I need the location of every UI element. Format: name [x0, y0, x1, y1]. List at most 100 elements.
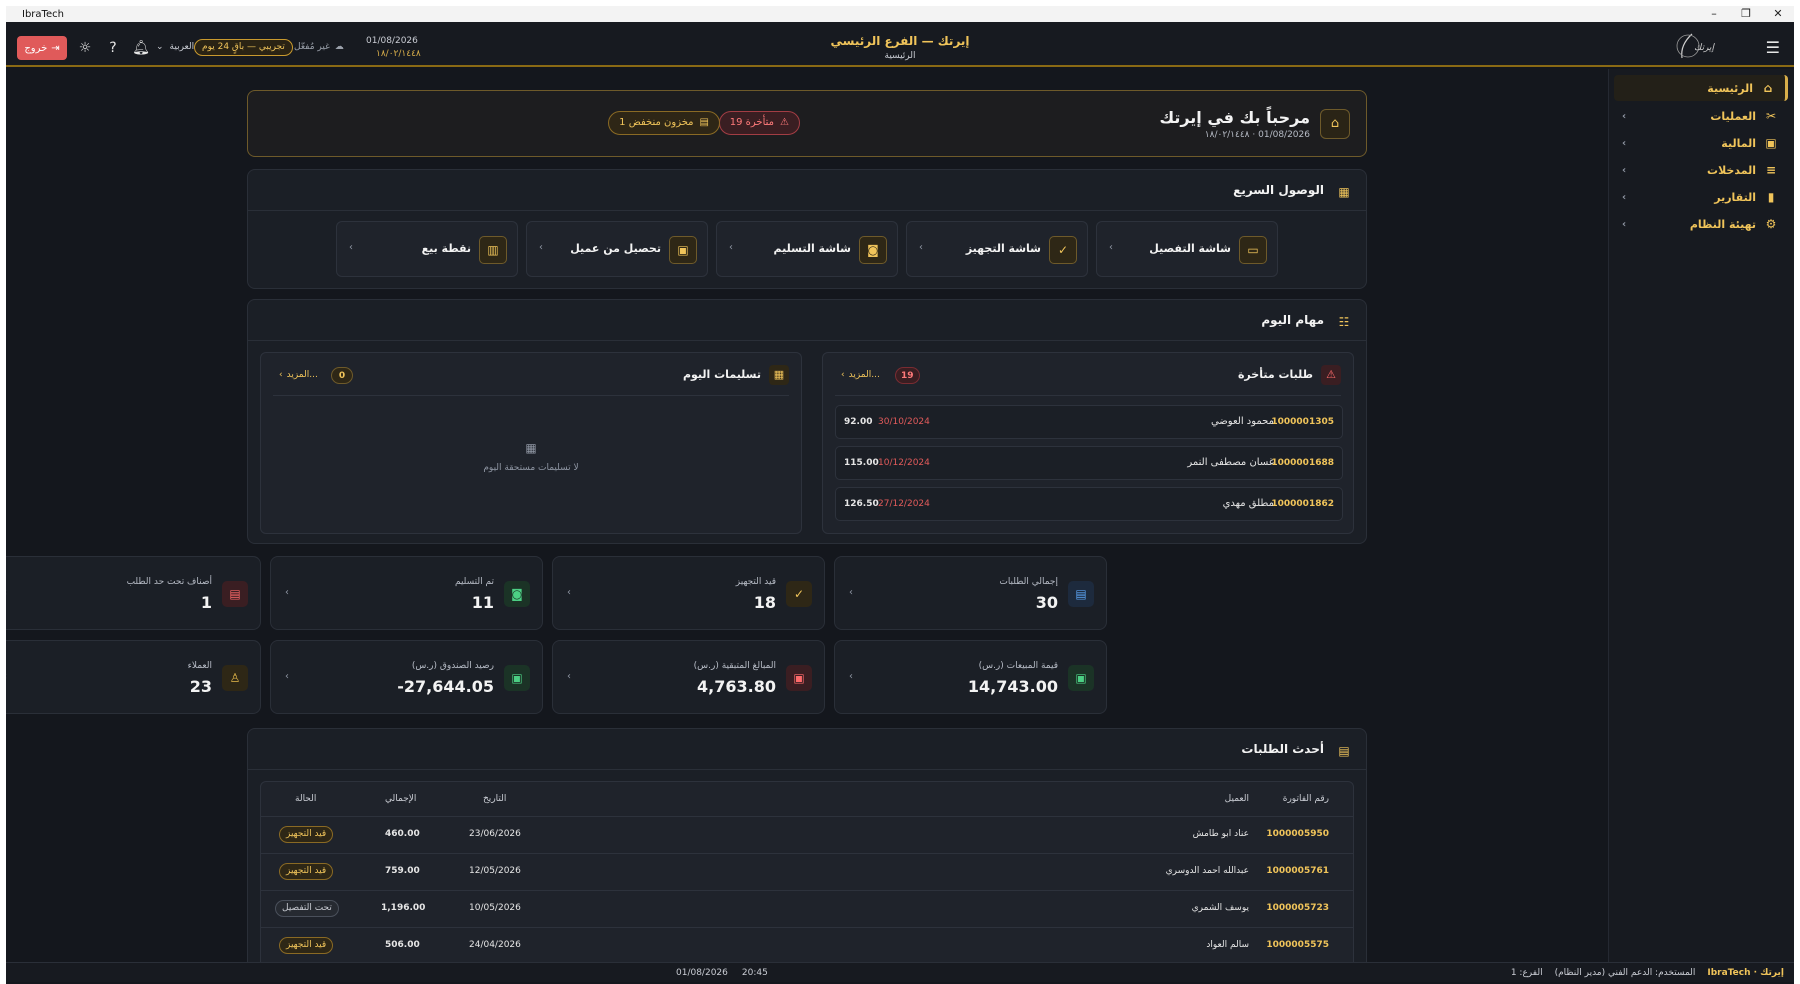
divider: [248, 210, 1366, 211]
customer-name: سالم العواد: [1206, 940, 1249, 950]
order-total: 1,196.00: [381, 903, 426, 913]
window-title: IbraTech: [22, 8, 64, 20]
late-count-badge: 19: [895, 367, 920, 384]
quick-detail-screen[interactable]: ▭ شاشة التفصيل ‹: [1096, 221, 1278, 277]
stat-label: إجمالي الطلبات: [999, 577, 1058, 587]
list-icon: ≡: [1765, 163, 1777, 177]
sidebar-item-label: تهيئة النظام: [1689, 217, 1756, 231]
chevron-left-icon: ‹: [849, 587, 853, 598]
home-icon: ⌂: [1320, 109, 1350, 139]
status-bar: 01/08/2026 20:45 الفرع: 1 المستخدم: الدع…: [6, 962, 1794, 982]
chevron-left-icon: ‹: [841, 370, 845, 380]
invoice-number: 1000005723: [1266, 903, 1329, 913]
status-time: 20:45: [741, 968, 768, 978]
chevron-left-icon: ‹: [1622, 164, 1627, 176]
chevron-left-icon: ‹: [729, 242, 733, 253]
close-button[interactable]: ✕: [1762, 6, 1794, 22]
stat-value: 11: [471, 593, 494, 612]
sidebar-item-settings[interactable]: ‹ تهيئة النظام ⚙: [1614, 211, 1788, 237]
box-icon: ▤: [222, 581, 248, 607]
user-icon: ♙: [222, 665, 248, 691]
late-more-link[interactable]: ‹ المزيد...: [841, 370, 880, 380]
late-orders-badge[interactable]: 19 متأخرة ⚠: [718, 111, 800, 135]
stat-label: المبالغ المتبقية (ر.س): [693, 661, 776, 671]
grid-icon: ▦: [1338, 185, 1350, 199]
quick-prep-screen[interactable]: ✓ شاشة التجهيز ‹: [906, 221, 1088, 277]
status-datetime: 01/08/2026 20:45: [676, 968, 768, 978]
sidebar-item-reports[interactable]: ‹ التقارير ▮: [1614, 184, 1788, 210]
register-icon: ▥: [479, 236, 507, 264]
status-date: 01/08/2026: [676, 968, 728, 978]
invoice-number: 1000001688: [1271, 458, 1334, 468]
minimize-button[interactable]: –: [1698, 6, 1730, 22]
low-stock-badge[interactable]: 1 مخزون منخفض ▤: [608, 111, 720, 135]
status-branch: الفرع: 1: [1510, 968, 1543, 978]
status-badge: قيد التجهيز: [279, 937, 334, 954]
customer-name: محمود العوضي: [1210, 416, 1274, 427]
stat-delivered[interactable]: ◙ تم التسليم 11 ‹: [270, 556, 543, 630]
stat-label: رصيد الصندوق (ر.س): [411, 661, 494, 671]
breadcrumb: الرئيسية: [884, 51, 916, 61]
calendar-icon: ▦: [525, 441, 537, 455]
sidebar-item-operations[interactable]: ‹ العمليات ✂: [1614, 103, 1788, 129]
stat-customers[interactable]: ♙ العملاء 23 ‹: [6, 640, 261, 714]
hamburger-menu-icon[interactable]: ☰: [1766, 38, 1780, 57]
late-order-row[interactable]: 1000001862 مطلق مهدي 27/12/2024 126.50: [835, 487, 1343, 521]
customer-name: يوسف الشمري: [1191, 903, 1249, 913]
quick-point-of-sale[interactable]: ▥ نقطة بيع ‹: [336, 221, 518, 277]
today-deliveries-card: ▦ تسليمات اليوم 0 ‹ المزيد... ▦ لا تسليم…: [260, 352, 802, 534]
table-row[interactable]: 1000005723 يوسف الشمري 10/05/2026 1,196.…: [261, 890, 1353, 927]
sidebar-item-home[interactable]: الرئيسية ⌂: [1614, 75, 1788, 101]
column-header: العميل: [1224, 794, 1249, 804]
stat-total-orders[interactable]: ▤ إجمالي الطلبات 30 ‹: [834, 556, 1107, 630]
quick-item-label: تحصيل من عميل: [570, 242, 661, 255]
sidebar-item-finance[interactable]: ‹ المالية ▣: [1614, 130, 1788, 156]
status-badge: تحت التفصيل: [275, 900, 339, 917]
stat-remaining-amounts[interactable]: ▣ المبالغ المتبقية (ر.س) 4,763.80 ‹: [552, 640, 825, 714]
customer-name: مطلق مهدي: [1222, 498, 1274, 509]
sidebar-item-inputs[interactable]: ‹ المدخلات ≡: [1614, 157, 1788, 183]
cash-icon: ▣: [786, 665, 812, 691]
stat-in-preparation[interactable]: ✓ قيد التجهيز 18 ‹: [552, 556, 825, 630]
stat-label: العملاء: [187, 661, 212, 671]
order-total: 506.00: [385, 940, 420, 950]
stat-sales-value[interactable]: ▣ قيمة المبيعات (ر.س) 14,743.00 ‹: [834, 640, 1107, 714]
chevron-left-icon: ‹: [849, 671, 853, 682]
stat-cash-balance[interactable]: ▣ رصيد الصندوق (ر.س) -27,644.05 ‹: [270, 640, 543, 714]
quick-delivery-screen[interactable]: ◙ شاشة التسليم ‹: [716, 221, 898, 277]
table-row[interactable]: 1000005575 سالم العواد 24/04/2026 506.00…: [261, 927, 1353, 964]
column-header: الحالة: [295, 794, 317, 804]
invoice-number: 1000001305: [1271, 417, 1334, 427]
stat-low-stock[interactable]: ▤ أصناف تحت حد الطلب 1 ‹: [6, 556, 261, 630]
late-orders-title: طلبات متأخرة: [1237, 368, 1313, 381]
invoice-number: 1000005575: [1266, 940, 1329, 950]
restore-button[interactable]: ❐: [1730, 6, 1762, 22]
stat-value: 1: [200, 593, 212, 612]
quick-collect-payment[interactable]: ▣ تحصيل من عميل ‹: [526, 221, 708, 277]
quick-access-panel: ▦ الوصول السريع ▭ شاشة التفصيل ‹ ✓ شاشة …: [247, 169, 1367, 289]
customer-name: عبدالله احمد الدوسري: [1165, 866, 1249, 876]
chevron-left-icon: ‹: [567, 587, 571, 598]
invoice-number: 1000005761: [1266, 866, 1329, 876]
customer-name: غسان مصطفى النمر: [1187, 457, 1274, 468]
app-window: IbraTech – ❐ ✕ خروج ⇥ ☼ ? 🔔︎ ⌄ العربية ت…: [6, 6, 1794, 984]
quick-item-label: شاشة التسليم: [773, 242, 851, 255]
due-date: 10/12/2024: [878, 458, 930, 468]
deliveries-more-link[interactable]: ‹ المزيد...: [279, 370, 318, 380]
chevron-left-icon: ‹: [349, 242, 353, 253]
scissors-icon: ✂: [1765, 109, 1777, 123]
order-date: 23/06/2026: [469, 829, 521, 839]
receipt-icon: ▤: [1068, 581, 1094, 607]
order-date: 12/05/2026: [469, 866, 521, 876]
late-order-row[interactable]: 1000001305 محمود العوضي 30/10/2024 92.00: [835, 405, 1343, 439]
table-row[interactable]: 1000005761 عبدالله احمد الدوسري 12/05/20…: [261, 853, 1353, 890]
stat-value: 18: [753, 593, 776, 612]
table-row[interactable]: 1000005950 عناد ابو طامش 23/06/2026 460.…: [261, 816, 1353, 853]
order-date: 10/05/2026: [469, 903, 521, 913]
welcome-banner: ⌂ مرحباً بك في إيرتك ١٨/٠٢/١٤٤٨ · 01/08/…: [247, 90, 1367, 157]
late-order-row[interactable]: 1000001688 غسان مصطفى النمر 10/12/2024 1…: [835, 446, 1343, 480]
box-icon: ▤: [699, 117, 709, 128]
divider: [835, 395, 1341, 396]
quick-item-label: نقطة بيع: [421, 242, 471, 255]
card-icon: ▭: [1239, 236, 1267, 264]
